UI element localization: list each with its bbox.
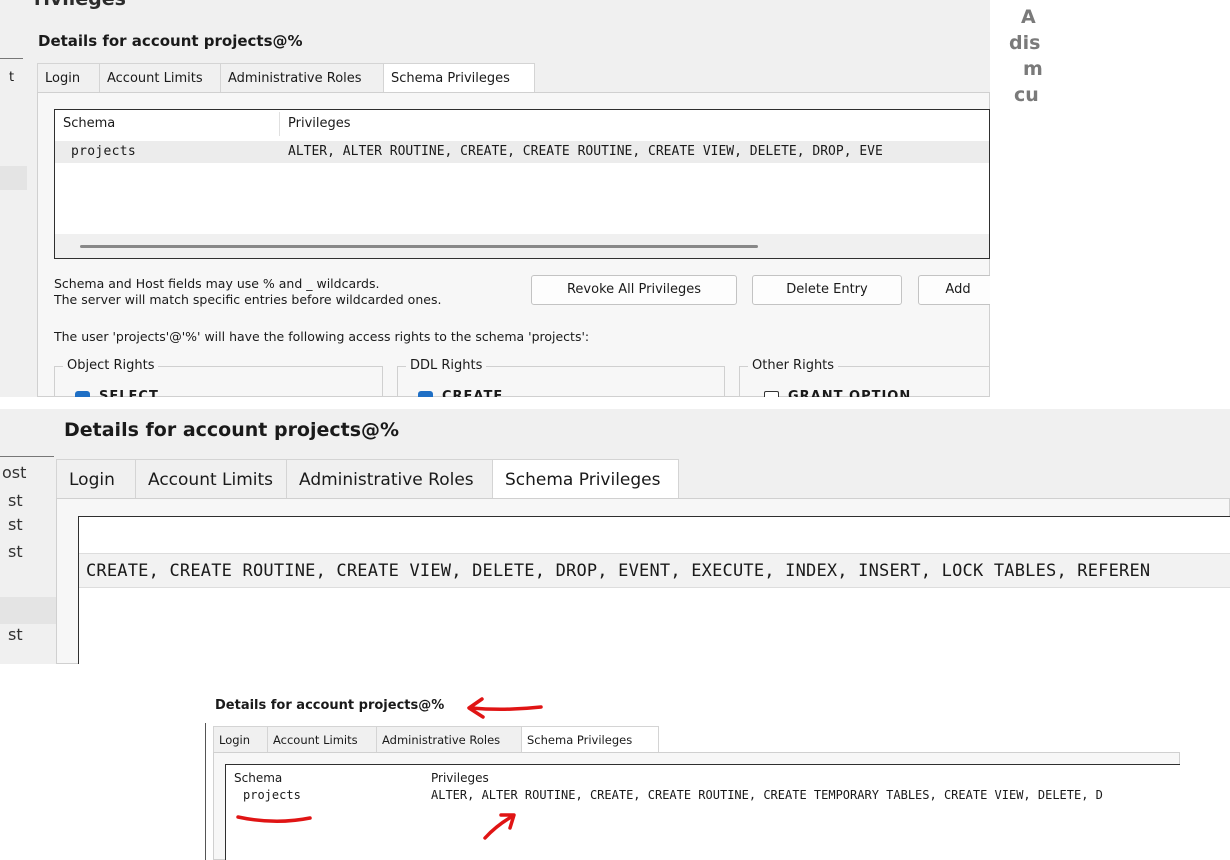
- left-pane-item[interactable]: st: [8, 491, 23, 510]
- delete-entry-button[interactable]: Delete Entry: [752, 275, 902, 305]
- select-checkbox-label: SELECT: [99, 389, 159, 397]
- right-info-line-1: A: [1021, 6, 1036, 28]
- right-info-line-2: dis: [1009, 32, 1041, 54]
- underline-schema-mark: [236, 815, 312, 824]
- scrollbar-thumb[interactable]: [80, 245, 758, 248]
- other-rights-label: Other Rights: [748, 358, 839, 373]
- grant-option-checkbox-label: GRANT OPTION: [788, 389, 912, 397]
- arrow-to-alter-routine-icon: [483, 813, 516, 840]
- cell-privileges[interactable]: ALTER, ALTER ROUTINE, CREATE, CREATE ROU…: [288, 144, 883, 159]
- right-info-fragment: A dis m cu: [1009, 0, 1085, 140]
- grant-option-checkbox[interactable]: [764, 391, 779, 397]
- left-pane-strip: [0, 0, 30, 397]
- right-info-line-4: cu: [1014, 84, 1039, 106]
- create-checkbox-label: CREATE: [442, 389, 504, 397]
- schema-privileges-grid[interactable]: CREATE, CREATE ROUTINE, CREATE VIEW, DEL…: [78, 516, 1230, 664]
- ddl-rights-group: DDL Rights CREATE: [397, 358, 725, 397]
- left-pane-divider: [0, 456, 54, 457]
- right-info-line-3: m: [1023, 58, 1043, 80]
- access-rights-description: The user 'projects'@'%' will have the fo…: [54, 329, 590, 344]
- cell-schema[interactable]: projects: [71, 144, 136, 159]
- wildcard-hint-line2: The server will match specific entries b…: [54, 292, 442, 307]
- left-pane-item[interactable]: ost: [2, 463, 26, 482]
- schema-privileges-grid[interactable]: Schema Privileges projects ALTER, ALTER …: [54, 109, 990, 259]
- section-title-cut: rivileges: [34, 0, 126, 10]
- revoke-all-privileges-button[interactable]: Revoke All Privileges: [531, 275, 737, 305]
- screenshot-panel-3: Details for account projects@% Login Acc…: [205, 688, 1180, 860]
- account-details-title: Details for account projects@%: [64, 419, 400, 441]
- left-pane-divider: [0, 58, 23, 59]
- left-pane-fragment: t: [9, 70, 15, 85]
- other-rights-group: Other Rights GRANT OPTION: [739, 358, 990, 397]
- screenshot-panel-1: rivileges t Details for account projects…: [0, 0, 990, 397]
- ddl-rights-label: DDL Rights: [406, 358, 487, 373]
- screenshot-panel-2: Details for account projects@% ost st st…: [0, 409, 1230, 664]
- left-pane-selected-row[interactable]: [0, 166, 27, 190]
- tab-login[interactable]: Login: [56, 459, 136, 499]
- create-checkbox[interactable]: [418, 391, 433, 397]
- tab-schema-privileges[interactable]: Schema Privileges: [492, 459, 679, 500]
- select-checkbox[interactable]: [75, 391, 90, 397]
- horizontal-scrollbar[interactable]: [55, 234, 989, 258]
- add-entry-button[interactable]: Add: [918, 275, 990, 305]
- tab-account-limits[interactable]: Account Limits: [99, 63, 221, 93]
- tab-account-limits[interactable]: Account Limits: [135, 459, 287, 499]
- annotation-overlay: [236, 697, 543, 840]
- tab-login[interactable]: Login: [37, 63, 100, 93]
- left-pane-item[interactable]: st: [8, 542, 23, 561]
- wildcard-hint-line1: Schema and Host fields may use % and _ w…: [54, 276, 380, 291]
- tab-administrative-roles[interactable]: Administrative Roles: [286, 459, 493, 499]
- tab-schema-privileges[interactable]: Schema Privileges: [383, 63, 535, 94]
- tab-administrative-roles[interactable]: Administrative Roles: [220, 63, 384, 93]
- left-pane-item[interactable]: st: [8, 625, 23, 644]
- column-divider[interactable]: [279, 112, 280, 136]
- account-details-title: Details for account projects@%: [38, 32, 303, 50]
- column-header-privileges[interactable]: Privileges: [288, 116, 351, 131]
- left-pane-item[interactable]: st: [8, 515, 23, 534]
- column-header-schema[interactable]: Schema: [63, 116, 115, 131]
- object-rights-group: Object Rights SELECT: [54, 358, 383, 397]
- object-rights-label: Object Rights: [63, 358, 159, 373]
- arrow-to-title-icon: [467, 697, 543, 719]
- cell-privileges[interactable]: CREATE, CREATE ROUTINE, CREATE VIEW, DEL…: [86, 561, 1150, 581]
